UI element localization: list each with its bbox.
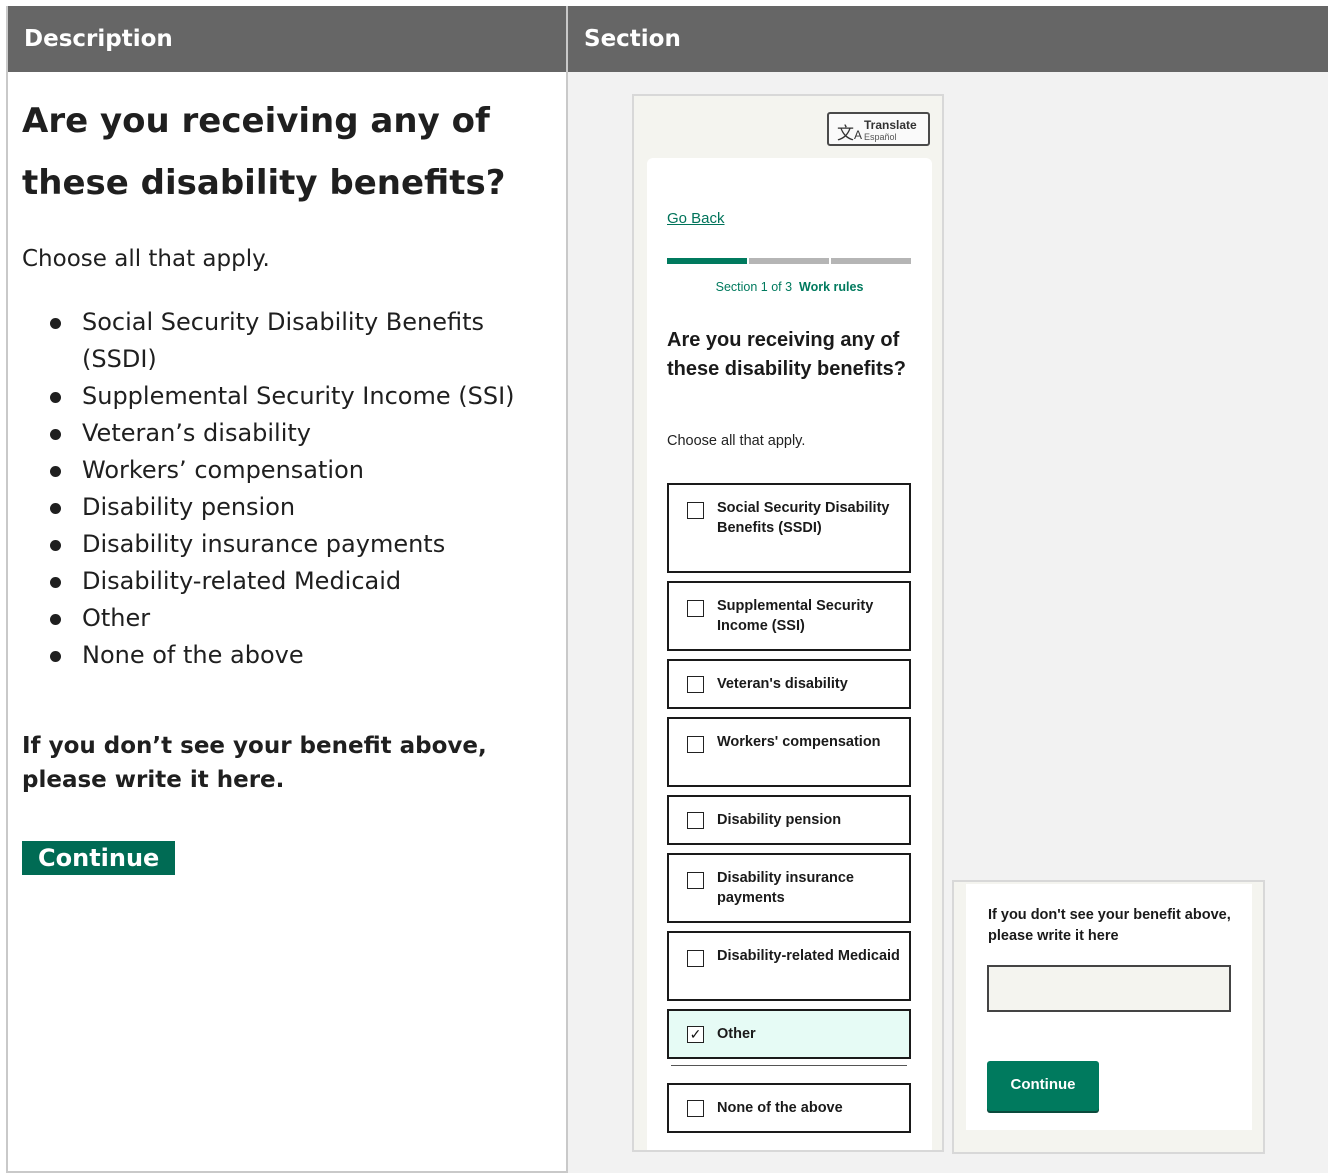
description-list-item: Supplemental Security Income (SSI): [22, 378, 562, 415]
followup-screen: If you don't see your benefit above, ple…: [952, 880, 1265, 1154]
followup-card: If you don't see your benefit above, ple…: [966, 884, 1252, 1130]
option-other[interactable]: ✓ Other: [667, 1009, 911, 1059]
question-hint: Choose all that apply.: [667, 433, 806, 449]
progress-segment: [831, 258, 911, 264]
option-label: Veteran's disability: [717, 676, 848, 692]
option-none[interactable]: None of the above: [667, 1083, 911, 1133]
description-title: Are you receiving any of these disabilit…: [22, 101, 506, 203]
option-ssi[interactable]: Supplemental Security Income (SSI): [667, 581, 911, 651]
option-label: Disability-related Medicaid: [717, 948, 900, 964]
checkbox[interactable]: [687, 1100, 704, 1117]
translate-button[interactable]: 文A Translate Español: [827, 112, 930, 146]
phone-screen: 文A Translate Español Go Back Section 1 o…: [632, 94, 944, 1152]
progress-segment-complete: [667, 258, 747, 264]
question-heading: Are you receiving any of these disabilit…: [667, 329, 906, 380]
continue-button[interactable]: Continue: [987, 1061, 1099, 1111]
translate-label: Translate: [864, 118, 917, 132]
header-section: Section: [568, 6, 1328, 72]
header-description: Description: [8, 6, 566, 72]
section-indicator: Section 1 of 3 Work rules: [647, 280, 932, 294]
description-list: Social Security Disability Benefits (SSD…: [22, 304, 562, 674]
option-label: Other: [717, 1026, 756, 1042]
form-card: Go Back Section 1 of 3 Work rules Are yo…: [647, 158, 932, 1150]
option-label: Social Security Disability Benefits (SSD…: [717, 500, 890, 536]
description-list-item: Other: [22, 600, 562, 637]
checkbox[interactable]: [687, 736, 704, 753]
followup-question: If you don't see your benefit above, ple…: [988, 907, 1231, 944]
checkbox[interactable]: [687, 812, 704, 829]
checkbox-checked[interactable]: ✓: [687, 1026, 704, 1043]
progress-segment: [749, 258, 829, 264]
option-workers-comp[interactable]: Workers' compensation: [667, 717, 911, 787]
translate-icon: 文A: [837, 124, 863, 143]
description-continue-label: Continue: [22, 841, 176, 875]
description-list-item: Disability pension: [22, 489, 562, 526]
option-label: Workers' compensation: [717, 734, 881, 750]
option-veterans[interactable]: Veteran's disability: [667, 659, 911, 709]
benefit-write-in-input[interactable]: [987, 965, 1231, 1012]
description-list-item: None of the above: [22, 637, 562, 674]
option-label: Disability pension: [717, 812, 842, 828]
checkbox[interactable]: [687, 872, 704, 889]
option-disability-insurance[interactable]: Disability insurance payments: [667, 853, 911, 923]
option-label: Disability insurance payments: [717, 870, 854, 906]
go-back-link[interactable]: Go Back: [667, 210, 725, 227]
option-disability-pension[interactable]: Disability pension: [667, 795, 911, 845]
section-name: Work rules: [799, 280, 864, 294]
checkbox[interactable]: [687, 676, 704, 693]
description-list-item: Social Security Disability Benefits (SSD…: [22, 304, 562, 378]
option-label: Supplemental Security Income (SSI): [717, 598, 874, 634]
option-label: None of the above: [717, 1100, 843, 1116]
checkbox[interactable]: [687, 502, 704, 519]
checkbox[interactable]: [687, 600, 704, 617]
description-cell: Are you receiving any of these disabilit…: [22, 90, 562, 875]
description-list-item: Disability insurance payments: [22, 526, 562, 563]
description-list-item: Workers’ compensation: [22, 452, 562, 489]
options-divider: [671, 1065, 907, 1066]
checkbox[interactable]: [687, 950, 704, 967]
description-write-in-prompt: If you don’t see your benefit above, ple…: [22, 733, 487, 793]
option-ssdi[interactable]: Social Security Disability Benefits (SSD…: [667, 483, 911, 573]
description-subtitle: Choose all that apply.: [22, 246, 270, 272]
translate-sublabel: Español: [864, 132, 897, 142]
section-prefix: Section 1 of 3: [715, 280, 793, 294]
option-medicaid[interactable]: Disability-related Medicaid: [667, 931, 911, 1001]
description-list-item: Veteran’s disability: [22, 415, 562, 452]
description-list-item: Disability-related Medicaid: [22, 563, 562, 600]
